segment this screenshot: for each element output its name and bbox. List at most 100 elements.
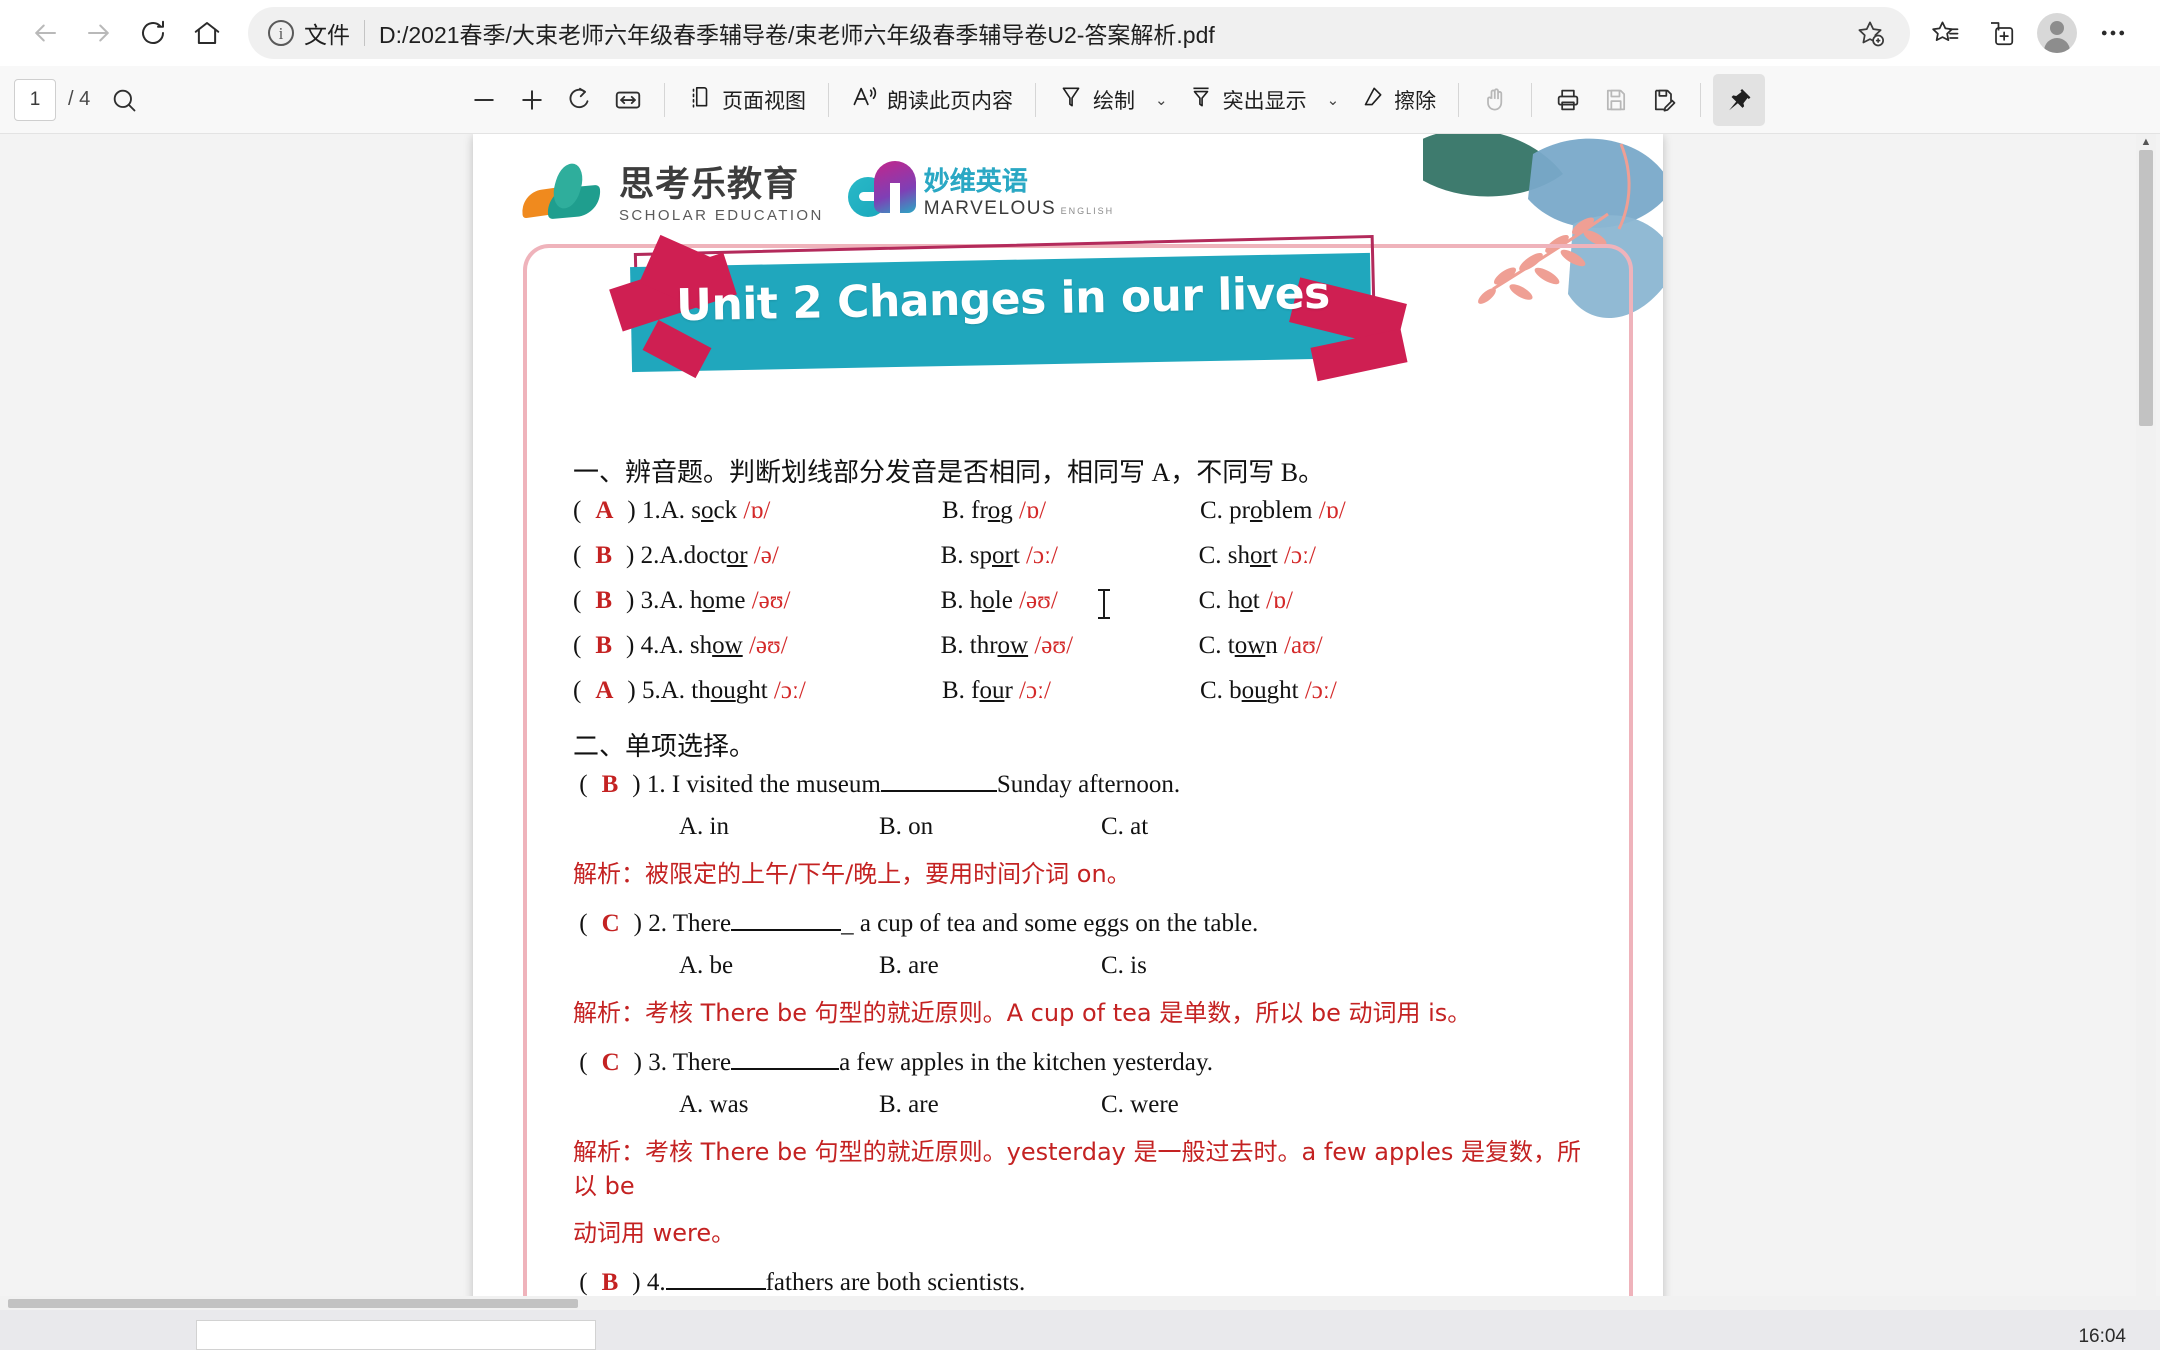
option-c: C. bought /ɔː/ bbox=[1199, 677, 1337, 704]
mc-stem-pre: ) 1. I visited the museum bbox=[632, 771, 881, 798]
answer-paren-close: ) bbox=[626, 542, 641, 569]
toolbar-divider-3 bbox=[1035, 82, 1036, 117]
pen-icon bbox=[1058, 84, 1084, 116]
zoom-in-icon[interactable] bbox=[508, 76, 556, 124]
answer-letter: A bbox=[595, 677, 614, 704]
answer-paren-open: ( bbox=[573, 632, 582, 659]
draw-button[interactable]: 绘制 bbox=[1048, 76, 1145, 124]
option-a: 4.A. show /əʊ/ bbox=[640, 632, 788, 659]
leaf-logo-icon bbox=[519, 159, 609, 219]
answer-paren-open: ( bbox=[573, 1048, 588, 1076]
worksheet-body: 一、辨音题。判断划线部分发音是否相同，相同写 A，不同写 B。 ( A ) 1.… bbox=[573, 452, 1583, 1334]
unit-title-banner: Unit 2 Changes in our lives bbox=[609, 234, 1423, 434]
answer-paren-close: ) bbox=[627, 497, 642, 524]
search-icon[interactable] bbox=[100, 76, 148, 124]
read-aloud-button[interactable]: 朗读此页内容 bbox=[841, 76, 1023, 124]
taskbar-thumbnail-preview[interactable] bbox=[196, 1320, 596, 1350]
site-info-icon[interactable]: i bbox=[268, 20, 294, 46]
answer-letter: B bbox=[595, 542, 613, 569]
mc-question: ( B ) 1. I visited the museum Sunday aft… bbox=[573, 771, 1583, 799]
browser-window: i 文件 D:/2021春季/大束老师六年级春季辅导卷/束老师六年级春季辅导卷U… bbox=[0, 0, 2160, 1350]
url-text: D:/2021春季/大束老师六年级春季辅导卷/束老师六年级春季辅导卷U2-答案解… bbox=[379, 22, 1215, 48]
vertical-scrollbar[interactable]: ▲ bbox=[2136, 134, 2156, 1350]
mc-stem-post: _ a cup of tea and some eggs on the tabl… bbox=[841, 909, 1259, 937]
erase-label: 擦除 bbox=[1394, 89, 1437, 113]
option-a: 1.A. sock /ɒ/ bbox=[641, 497, 771, 524]
back-arrow-icon[interactable] bbox=[18, 6, 72, 60]
mc-option-b: B. are bbox=[879, 951, 939, 979]
toolbar-divider-2 bbox=[828, 82, 829, 117]
pdf-page: 思考乐教育 SCHOLAR EDUCATION 妙维英语 MARVELOUS E… bbox=[473, 134, 1663, 1334]
answer-paren-close: ) bbox=[627, 677, 642, 704]
answer-paren-open: ( bbox=[573, 909, 588, 937]
mc-stem-pre: ) 3. There bbox=[633, 1048, 732, 1076]
highlight-chevron-down-icon[interactable]: ⌄ bbox=[1317, 91, 1350, 109]
url-scheme-label: 文件 bbox=[304, 22, 350, 48]
phonics-question-row: ( B ) 4.A. show /əʊ/ B. throw /əʊ/ C. to… bbox=[573, 632, 1583, 677]
answer-letter: B bbox=[601, 771, 619, 798]
save-as-icon[interactable] bbox=[1640, 76, 1688, 124]
draw-chevron-down-icon[interactable]: ⌄ bbox=[1145, 91, 1178, 109]
mc-option-c: C. at bbox=[1101, 813, 1149, 840]
answer-paren-close: ) bbox=[626, 587, 641, 614]
scroll-up-arrow-icon[interactable]: ▲ bbox=[2136, 134, 2156, 150]
pdf-viewer[interactable]: 思考乐教育 SCHOLAR EDUCATION 妙维英语 MARVELOUS E… bbox=[0, 134, 2160, 1350]
mc-options: A. was B. are C. were bbox=[573, 1091, 1583, 1119]
analysis-text: 解析：考核 There be 句型的就近原则。yesterday 是一般过去时。… bbox=[573, 1137, 1582, 1201]
scholar-logo-en: SCHOLAR EDUCATION bbox=[619, 207, 824, 224]
mc-options: A. be B. are C. is bbox=[573, 952, 1583, 980]
option-c: C. town /aʊ/ bbox=[1198, 632, 1323, 659]
address-bar[interactable]: i 文件 D:/2021春季/大束老师六年级春季辅导卷/束老师六年级春季辅导卷U… bbox=[248, 7, 1910, 59]
answer-blank bbox=[731, 1067, 840, 1070]
collections-icon[interactable] bbox=[1976, 8, 2026, 58]
horizontal-scroll-thumb[interactable] bbox=[8, 1299, 578, 1308]
print-icon[interactable] bbox=[1544, 76, 1592, 124]
answer-paren-open: ( bbox=[573, 497, 582, 524]
highlighter-icon bbox=[1188, 84, 1214, 116]
option-b: B. throw /əʊ/ bbox=[940, 632, 1074, 659]
answer-letter: B bbox=[595, 632, 613, 659]
browser-toolbar-icons bbox=[1920, 8, 2138, 58]
settings-more-icon[interactable] bbox=[2088, 8, 2138, 58]
scholar-education-logo: 思考乐教育 SCHOLAR EDUCATION bbox=[519, 156, 824, 225]
option-c: C. short /ɔː/ bbox=[1198, 542, 1316, 569]
highlight-label: 突出显示 bbox=[1222, 89, 1307, 113]
profile-avatar[interactable] bbox=[2032, 8, 2082, 58]
mc-question: ( C ) 3. There a few apples in the kitch… bbox=[573, 1049, 1583, 1077]
mc-stem-pre: ) 2. There bbox=[633, 909, 732, 937]
highlight-button[interactable]: 突出显示 bbox=[1178, 76, 1317, 124]
option-b: B. hole /əʊ/ bbox=[940, 587, 1058, 614]
reload-icon[interactable] bbox=[126, 6, 180, 60]
option-b: B. sport /ɔː/ bbox=[940, 542, 1058, 569]
mc-question: ( C ) 2. There _ a cup of tea and some e… bbox=[573, 910, 1583, 938]
mc-stem-post: a few apples in the kitchen yesterday. bbox=[839, 1048, 1213, 1076]
home-icon[interactable] bbox=[180, 6, 234, 60]
text-cursor bbox=[1098, 589, 1110, 619]
forward-arrow-icon[interactable] bbox=[72, 6, 126, 60]
horizontal-scrollbar[interactable] bbox=[0, 1296, 2160, 1310]
save-icon[interactable] bbox=[1592, 76, 1640, 124]
add-favorite-icon[interactable] bbox=[1848, 11, 1892, 55]
taskbar-clock[interactable]: 16:04 bbox=[2078, 1326, 2126, 1348]
mc-option-a: A. in bbox=[679, 813, 729, 840]
answer-letter: B bbox=[595, 587, 613, 614]
rotate-icon[interactable] bbox=[556, 76, 604, 124]
toolbar-divider bbox=[664, 82, 665, 117]
toolbar-divider-5 bbox=[1531, 82, 1533, 117]
page-total-label: / 4 bbox=[68, 88, 91, 110]
erase-button[interactable]: 擦除 bbox=[1349, 76, 1446, 124]
avatar-body bbox=[2044, 38, 2070, 53]
mc-option-a: A. was bbox=[679, 1090, 749, 1118]
page-view-button[interactable]: 页面视图 bbox=[677, 76, 816, 124]
favorites-list-icon[interactable] bbox=[1920, 8, 1970, 58]
windows-taskbar[interactable]: 16:04 bbox=[0, 1310, 2160, 1350]
zoom-out-icon[interactable] bbox=[460, 76, 508, 124]
pin-icon[interactable] bbox=[1713, 73, 1766, 126]
page-number-input[interactable]: 1 bbox=[14, 78, 56, 121]
mc-option-b: B. on bbox=[879, 813, 934, 840]
toolbar-divider-6 bbox=[1700, 82, 1702, 117]
vertical-scroll-thumb[interactable] bbox=[2139, 150, 2153, 426]
fit-to-width-icon[interactable] bbox=[604, 76, 652, 124]
section-2-heading: 二、单项选择。 bbox=[573, 732, 756, 761]
hand-tool-icon[interactable] bbox=[1471, 76, 1519, 124]
